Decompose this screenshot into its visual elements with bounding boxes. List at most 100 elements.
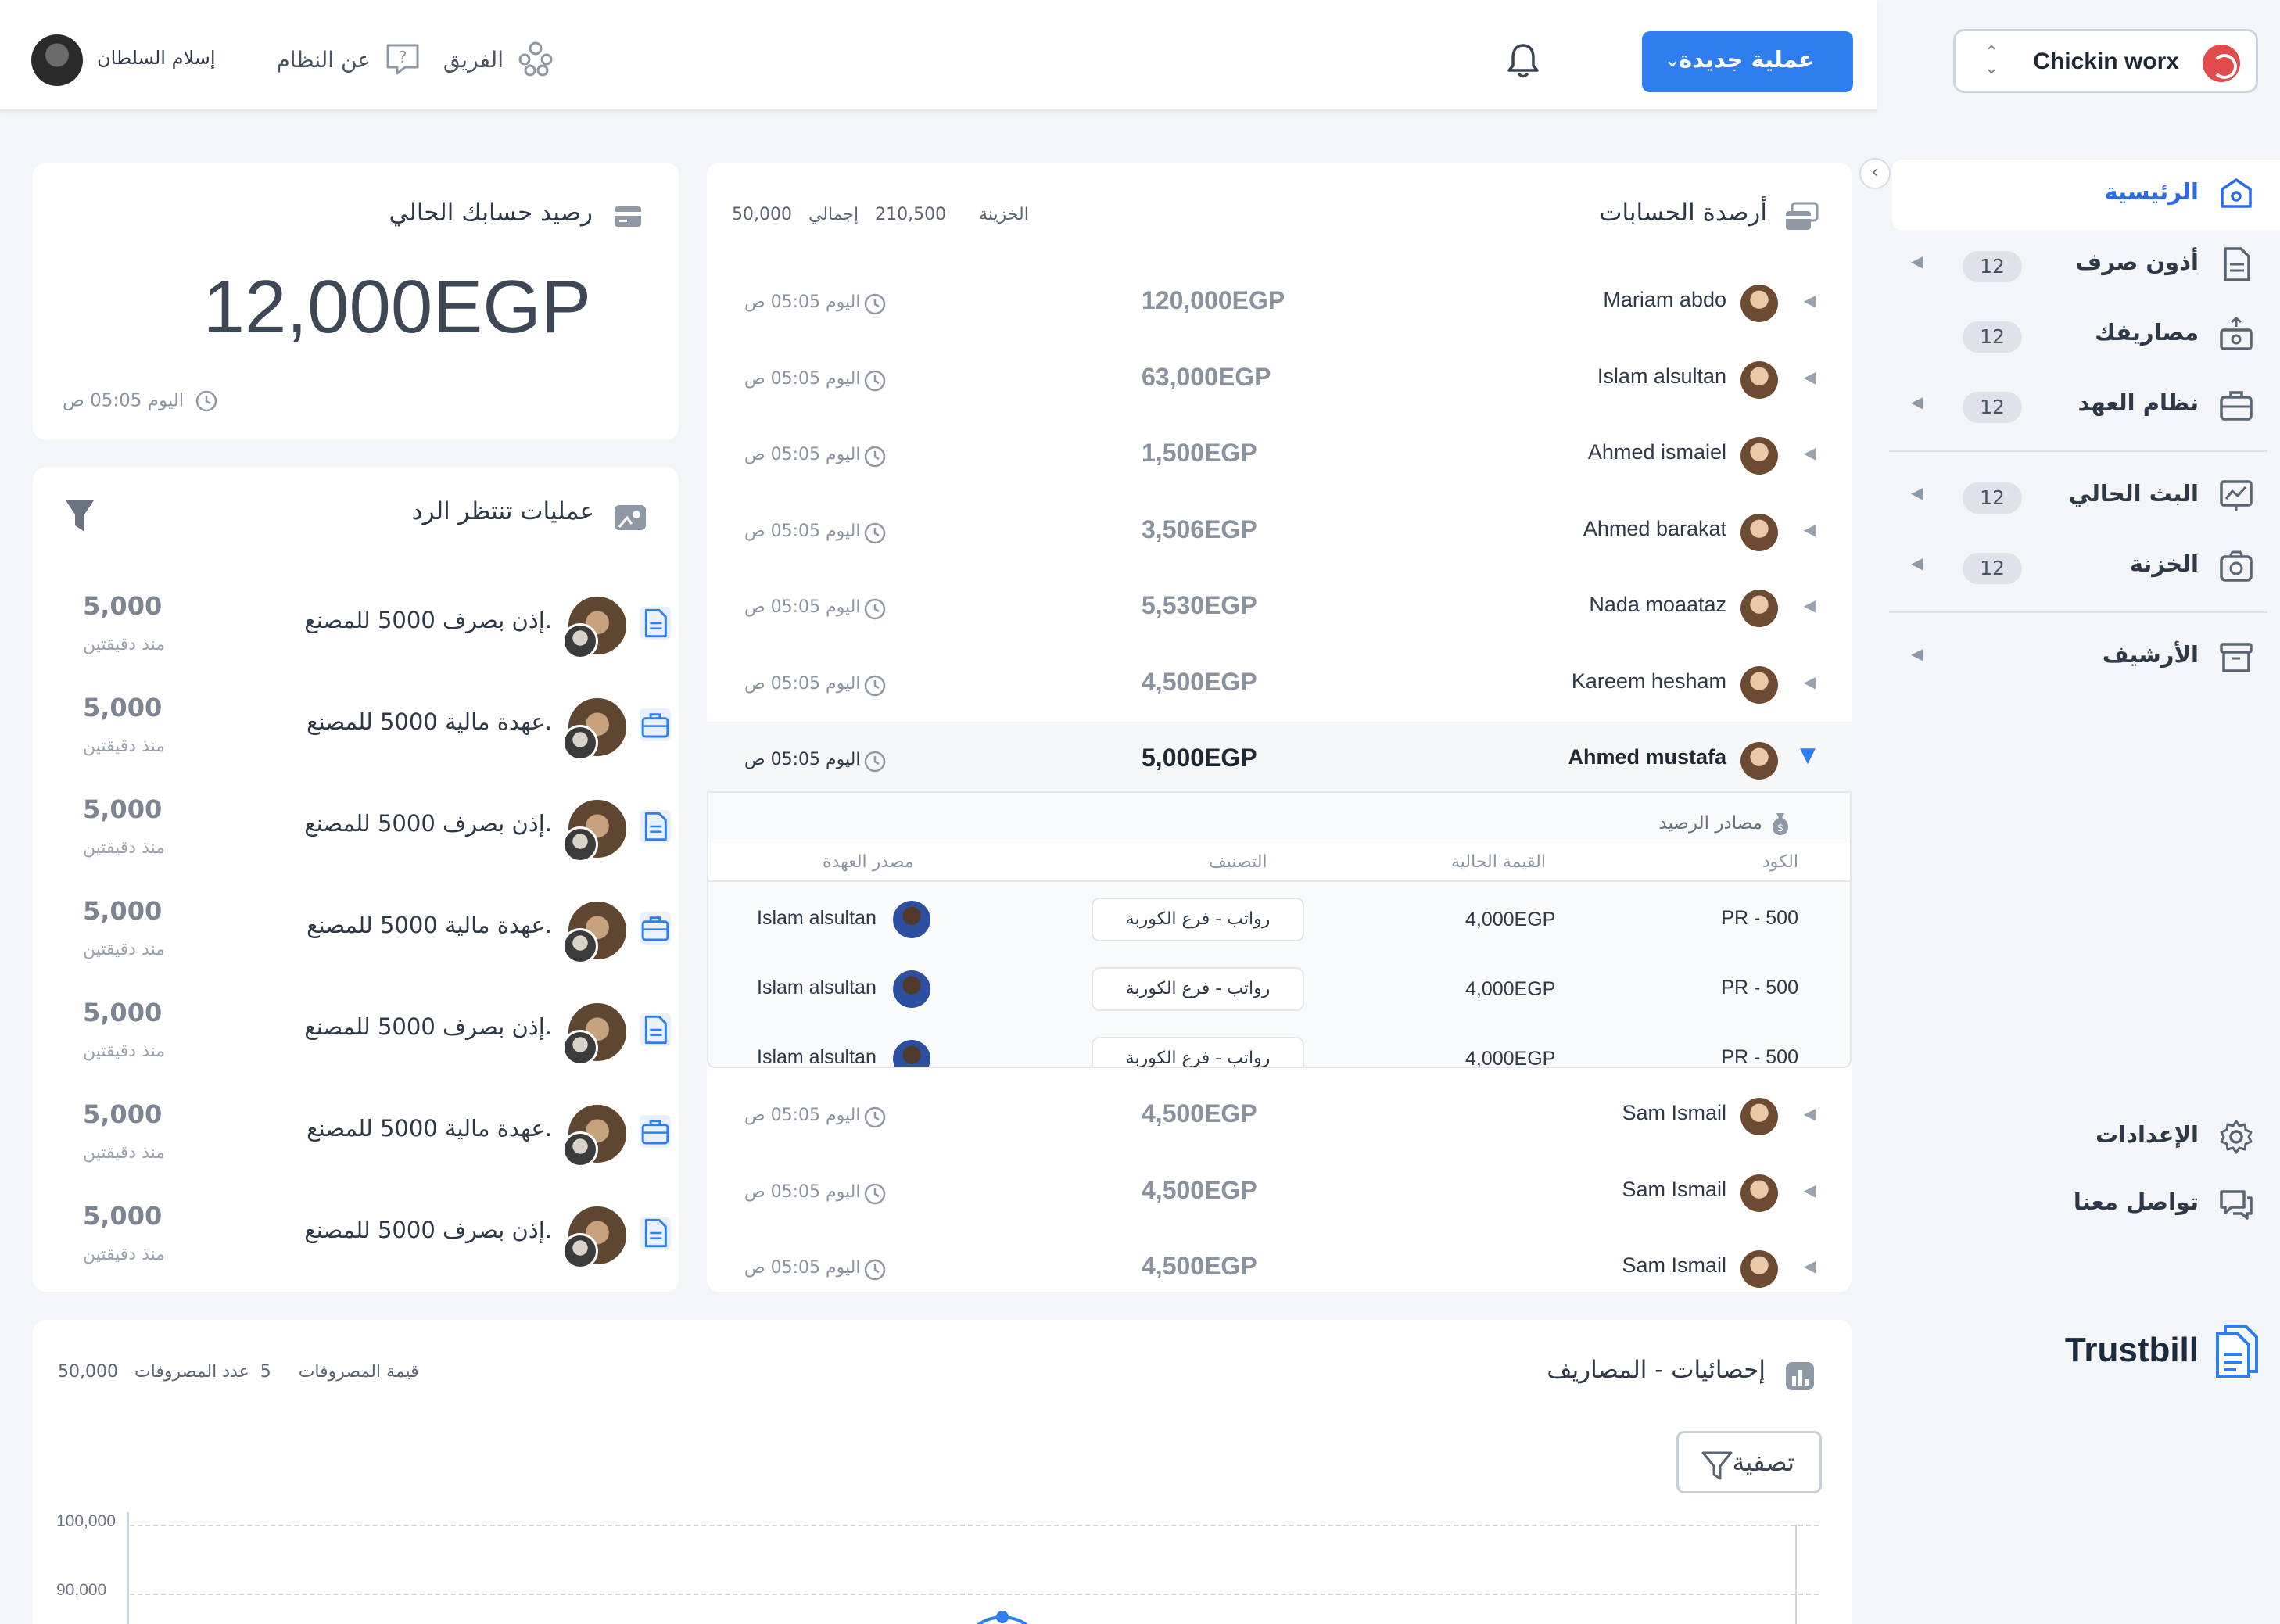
team-link[interactable]: الفريق: [438, 36, 555, 83]
pending-item-text: إذن بصرف 5000 للمصنع.: [304, 1013, 552, 1040]
pending-item[interactable]: إذن بصرف 5000 للمصنع. 5,000 منذ دقيقتين: [33, 1185, 679, 1287]
treasury-label: الخزينة: [979, 205, 1029, 224]
source-row: PR - 500 4,000EGP رواتب - فرع الكوربة Islam…: [708, 1024, 1850, 1068]
pending-item[interactable]: إذن بصرف 5000 للمصنع. 5,000 منذ دقيقتين: [33, 982, 679, 1084]
sidebar-item[interactable]: مصاريفك 12: [1877, 300, 2280, 371]
sidebar-item-label: نظام العهد: [2077, 389, 2199, 416]
caret-left-icon[interactable]: ◀: [1804, 596, 1816, 615]
account-amount: 4,500EGP: [1142, 667, 1257, 696]
pending-item-amount: 5,000: [83, 998, 163, 1027]
collapse-sidebar-button[interactable]: ‹: [1859, 158, 1891, 189]
caret-left-icon[interactable]: ◀: [1911, 554, 1923, 572]
caret-left-icon[interactable]: ◀: [1804, 672, 1816, 691]
account-amount: 120,000EGP: [1142, 286, 1285, 314]
filter-button[interactable]: تصفية: [1676, 1431, 1822, 1493]
expenses-count: 5: [260, 1362, 271, 1382]
account-name: Ahmed mustafa: [1568, 745, 1726, 769]
caret-left-icon[interactable]: ◀: [1804, 1181, 1816, 1199]
pending-item[interactable]: عهدة مالية 5000 للمصنع. 5,000 منذ دقيقتين: [33, 1084, 679, 1185]
count-badge: 12: [1963, 392, 2022, 423]
pending-item[interactable]: عهدة مالية 5000 للمصنع. 5,000 منذ دقيقتين: [33, 677, 679, 779]
stats-summary: 50,000 قيمة المصروفات 5 عدد المصروفات: [58, 1362, 419, 1382]
account-row[interactable]: ◀ Ahmed ismaiel 1,500EGP اليوم 05:05 ص: [707, 417, 1852, 493]
source-code: PR - 500: [1721, 1046, 1798, 1068]
source-name: Islam alsultan: [757, 907, 877, 929]
pending-item-text: عهدة مالية 5000 للمصنع.: [307, 708, 552, 735]
avatar: [1740, 513, 1778, 551]
pending-item[interactable]: إذن بصرف 5000 للمصنع. 5,000 منذ دقيقتين: [33, 575, 679, 677]
sidebar-item[interactable]: أذون صرف 12 ◀: [1877, 230, 2280, 300]
caret-left-icon[interactable]: ◀: [1804, 367, 1816, 386]
account-name: Sam Ismail: [1622, 1177, 1726, 1201]
sidebar-item-label: البث الحالي: [2068, 480, 2199, 507]
about-system-link[interactable]: ? عن النظام: [266, 36, 422, 83]
account-name: Ahmed ismaiel: [1587, 440, 1726, 464]
account-row[interactable]: ◀ Islam alsultan 63,000EGP اليوم 05:05 ص: [707, 341, 1852, 417]
chevron-down-icon: ⌄: [1664, 48, 1681, 72]
sidebar-item[interactable]: الإعدادات: [1877, 1102, 2280, 1170]
caret-left-icon[interactable]: ◀: [1911, 644, 1923, 663]
team-label: الفريق: [443, 47, 504, 73]
help-chat-icon: ?: [386, 44, 419, 75]
source-value: 4,000EGP: [1465, 1048, 1556, 1068]
pending-item-time: منذ دقيقتين: [83, 737, 166, 756]
clock-icon: [864, 522, 886, 543]
account-name: Sam Ismail: [1622, 1101, 1726, 1124]
account-row[interactable]: ◀ Nada moaataz 5,530EGP اليوم 05:05 ص: [707, 569, 1852, 645]
pending-item-time: منذ دقيقتين: [83, 940, 166, 959]
sidebar-item[interactable]: البث الحالي 12 ◀: [1877, 461, 2280, 532]
gridline: [130, 1525, 1819, 1526]
account-row[interactable]: ◀ Sam Ismail 4,500EGP اليوم 05:05 ص: [707, 1077, 1852, 1153]
clock-icon: [864, 293, 886, 315]
account-amount: 5,000EGP: [1142, 744, 1257, 772]
account-row[interactable]: ◀ Kareem hesham 4,500EGP اليوم 05:05 ص: [707, 646, 1852, 722]
caret-down-icon[interactable]: ▼: [1800, 744, 1816, 767]
caret-left-icon[interactable]: ◀: [1911, 393, 1923, 411]
count-badge: 12: [1963, 251, 2022, 282]
sidebar-item[interactable]: نظام العهد 12 ◀: [1877, 371, 2280, 441]
caret-left-icon[interactable]: ◀: [1804, 443, 1816, 462]
sidebar-item[interactable]: الأرشيف ◀: [1877, 622, 2280, 693]
new-operation-button[interactable]: عملية جديدة ⌄: [1642, 31, 1853, 92]
sidebar-item[interactable]: الخزنة 12 ◀: [1877, 532, 2280, 602]
y-tick-label: 100,000: [56, 1512, 116, 1530]
sidebar-item[interactable]: الرئيسية: [1892, 160, 2280, 230]
pending-item[interactable]: إذن بصرف 5000 للمصنع. 5,000 منذ دقيقتين: [33, 779, 679, 880]
caret-left-icon[interactable]: ◀: [1804, 1104, 1816, 1123]
y-tick-label: 90,000: [56, 1581, 107, 1599]
company-switcher[interactable]: Chickin worx ⌃ ⌄: [1953, 29, 2258, 93]
funnel-filter-icon[interactable]: [64, 497, 95, 535]
pending-item[interactable]: عهدة مالية 5000 للمصنع. 5,000 منذ دقيقتين: [33, 880, 679, 982]
up-down-chevron-icon: ⌃ ⌄: [1984, 43, 1999, 78]
caret-left-icon[interactable]: ◀: [1804, 520, 1816, 539]
count-badge: 12: [1963, 553, 2022, 584]
caret-left-icon[interactable]: ◀: [1911, 252, 1923, 271]
y-axis: [127, 1512, 129, 1624]
trustbill-logo-icon: [2216, 1325, 2258, 1378]
document-icon: [640, 1013, 671, 1046]
new-operation-label: عملية جديدة: [1678, 46, 1814, 73]
money-out-icon: [2220, 317, 2253, 350]
account-row[interactable]: ◀ Sam Ismail 4,500EGP اليوم 05:05 ص: [707, 1230, 1852, 1306]
category-chip: رواتب - فرع الكوربة: [1092, 898, 1304, 941]
avatar: [1740, 285, 1778, 322]
account-row[interactable]: ◀ Mariam abdo 120,000EGP اليوم 05:05 ص: [707, 264, 1852, 340]
sidebar-item[interactable]: تواصل معنا: [1877, 1170, 2280, 1237]
sidebar-item-label: الإعدادات: [2095, 1121, 2199, 1148]
user-profile[interactable]: إسلام السلطان: [31, 34, 266, 86]
caret-left-icon[interactable]: ◀: [1804, 1257, 1816, 1275]
notification-bell-icon[interactable]: [1506, 41, 1540, 80]
avatar: [893, 901, 930, 938]
sources-title: مصادر الرصيد: [1658, 813, 1762, 834]
pending-item-amount: 5,000: [83, 1201, 163, 1231]
pending-item-time: منذ دقيقتين: [83, 838, 166, 858]
account-row[interactable]: ◀ Ahmed barakat 3,506EGP اليوم 05:05 ص: [707, 493, 1852, 569]
account-name: Ahmed barakat: [1583, 516, 1726, 540]
caret-left-icon[interactable]: ◀: [1911, 483, 1923, 502]
source-name: Islam alsultan: [757, 1046, 877, 1068]
account-row[interactable]: ▼ Ahmed mustafa 5,000EGP اليوم 05:05 ص: [707, 722, 1852, 798]
chat-icon: [2220, 1190, 2253, 1220]
clock-icon: [864, 446, 886, 468]
account-row[interactable]: ◀ Sam Ismail 4,500EGP اليوم 05:05 ص: [707, 1154, 1852, 1230]
caret-left-icon[interactable]: ◀: [1804, 291, 1816, 310]
